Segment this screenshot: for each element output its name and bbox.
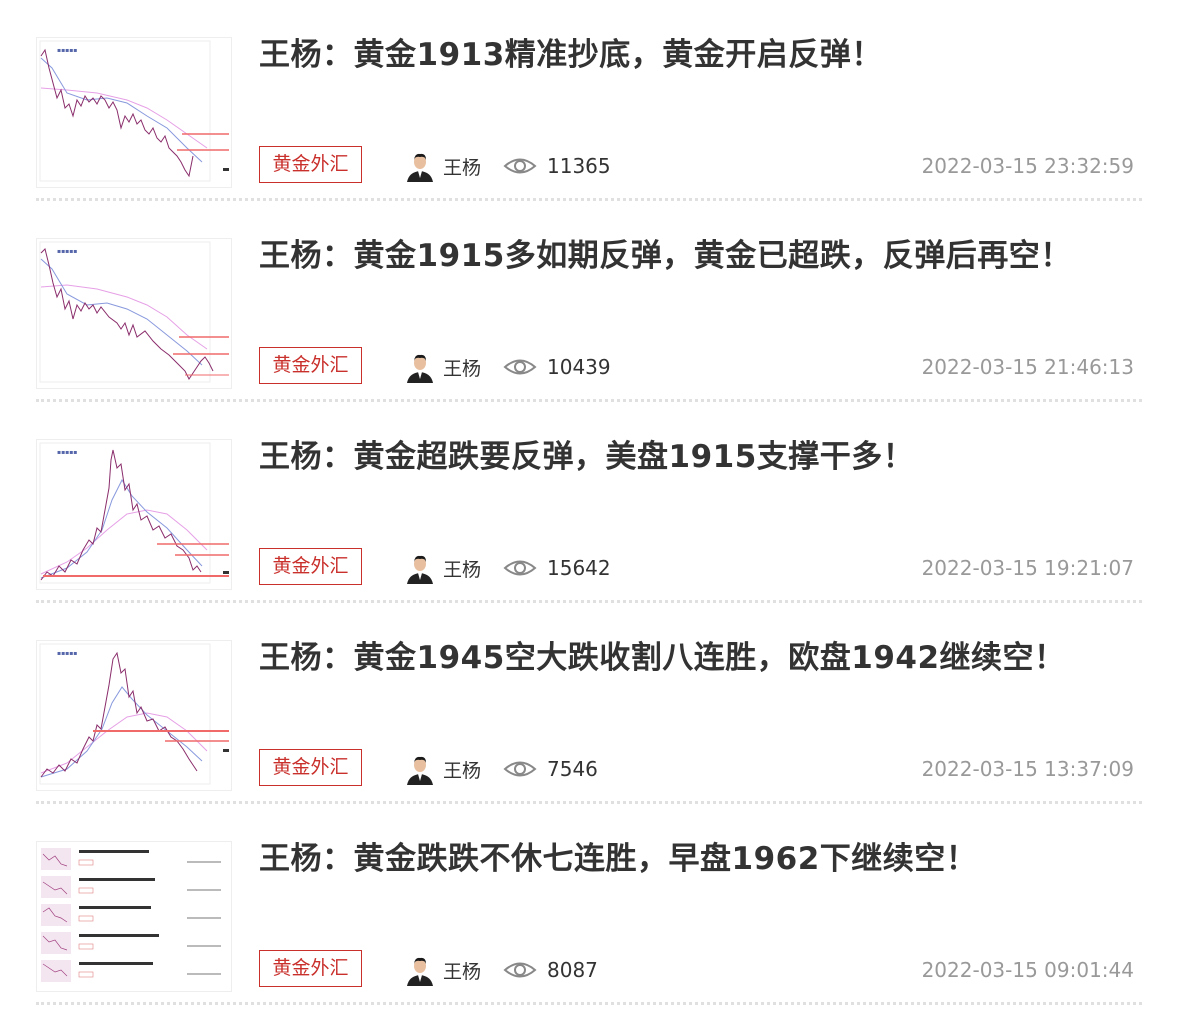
eye-icon xyxy=(503,359,537,375)
svg-text:▪▪▪▪▪: ▪▪▪▪▪ xyxy=(57,650,77,657)
article-title[interactable]: 王杨：黄金跌跌不休七连胜，早盘1962下继续空！ xyxy=(259,838,1139,880)
view-count-group: 15642 xyxy=(503,552,611,584)
author-name: 王杨 xyxy=(443,558,482,581)
author[interactable]: 王杨 xyxy=(405,150,481,182)
category-tag[interactable]: 黄金外汇 xyxy=(259,146,362,183)
category-tag[interactable]: 黄金外汇 xyxy=(259,548,362,585)
category-tag[interactable]: 黄金外汇 xyxy=(259,950,362,987)
author-name: 王杨 xyxy=(443,357,482,380)
view-count: 8087 xyxy=(547,958,598,982)
article-thumbnail[interactable] xyxy=(36,841,232,992)
view-count-group: 10439 xyxy=(503,351,611,383)
article-thumbnail[interactable]: ▪▪▪▪▪ xyxy=(36,640,232,791)
article-title[interactable]: 王杨：黄金1913精准抄底，黄金开启反弹！ xyxy=(259,34,1139,76)
article-title[interactable]: 王杨：黄金超跌要反弹，美盘1915支撑干多！ xyxy=(259,436,1139,478)
article-item[interactable]: ▪▪▪▪▪ 王杨：黄金1945空大跌收割八连胜，欧盘1942继续空！ 黄金外汇 … xyxy=(36,603,1142,804)
author[interactable]: 王杨 xyxy=(405,954,481,986)
article-item[interactable]: ▪▪▪▪▪ 王杨：黄金1913精准抄底，黄金开启反弹！ 黄金外汇 王杨 1136… xyxy=(36,0,1142,201)
avatar xyxy=(405,954,435,986)
view-count-group: 7546 xyxy=(503,753,598,785)
article-item[interactable]: 王杨：黄金跌跌不休七连胜，早盘1962下继续空！ 黄金外汇 王杨 8087 20… xyxy=(36,804,1142,1005)
category-tag[interactable]: 黄金外汇 xyxy=(259,749,362,786)
article-thumbnail[interactable]: ▪▪▪▪▪ xyxy=(36,238,232,389)
avatar xyxy=(405,351,435,383)
article-list: ▪▪▪▪▪ 王杨：黄金1913精准抄底，黄金开启反弹！ 黄金外汇 王杨 1136… xyxy=(36,0,1142,1005)
article-item[interactable]: ▪▪▪▪▪ 王杨：黄金1915多如期反弹，黄金已超跌，反弹后再空！ 黄金外汇 王… xyxy=(36,201,1142,402)
category-tag[interactable]: 黄金外汇 xyxy=(259,347,362,384)
article-thumbnail[interactable]: ▪▪▪▪▪ xyxy=(36,37,232,188)
eye-icon xyxy=(503,962,537,978)
publish-date: 2022-03-15 13:37:09 xyxy=(921,757,1134,781)
article-title[interactable]: 王杨：黄金1945空大跌收割八连胜，欧盘1942继续空！ xyxy=(259,637,1139,679)
view-count-group: 8087 xyxy=(503,954,598,986)
article-title[interactable]: 王杨：黄金1915多如期反弹，黄金已超跌，反弹后再空！ xyxy=(259,235,1139,277)
view-count: 7546 xyxy=(547,757,598,781)
author-name: 王杨 xyxy=(443,759,482,782)
svg-text:▪▪▪▪▪: ▪▪▪▪▪ xyxy=(57,47,77,54)
publish-date: 2022-03-15 09:01:44 xyxy=(921,958,1134,982)
eye-icon xyxy=(503,158,537,174)
eye-icon xyxy=(503,761,537,777)
eye-icon xyxy=(503,560,537,576)
author-name: 王杨 xyxy=(443,960,482,983)
article-thumbnail[interactable]: ▪▪▪▪▪ xyxy=(36,439,232,590)
publish-date: 2022-03-15 19:21:07 xyxy=(921,556,1134,580)
author[interactable]: 王杨 xyxy=(405,753,481,785)
author[interactable]: 王杨 xyxy=(405,351,481,383)
view-count: 11365 xyxy=(547,154,611,178)
publish-date: 2022-03-15 21:46:13 xyxy=(921,355,1134,379)
author[interactable]: 王杨 xyxy=(405,552,481,584)
avatar xyxy=(405,150,435,182)
view-count: 10439 xyxy=(547,355,611,379)
avatar xyxy=(405,552,435,584)
publish-date: 2022-03-15 23:32:59 xyxy=(921,154,1134,178)
svg-text:▪▪▪▪▪: ▪▪▪▪▪ xyxy=(57,449,77,456)
svg-text:▪▪▪▪▪: ▪▪▪▪▪ xyxy=(57,248,77,255)
avatar xyxy=(405,753,435,785)
author-name: 王杨 xyxy=(443,156,482,179)
view-count: 15642 xyxy=(547,556,611,580)
article-item[interactable]: ▪▪▪▪▪ 王杨：黄金超跌要反弹，美盘1915支撑干多！ 黄金外汇 王杨 156… xyxy=(36,402,1142,603)
view-count-group: 11365 xyxy=(503,150,611,182)
